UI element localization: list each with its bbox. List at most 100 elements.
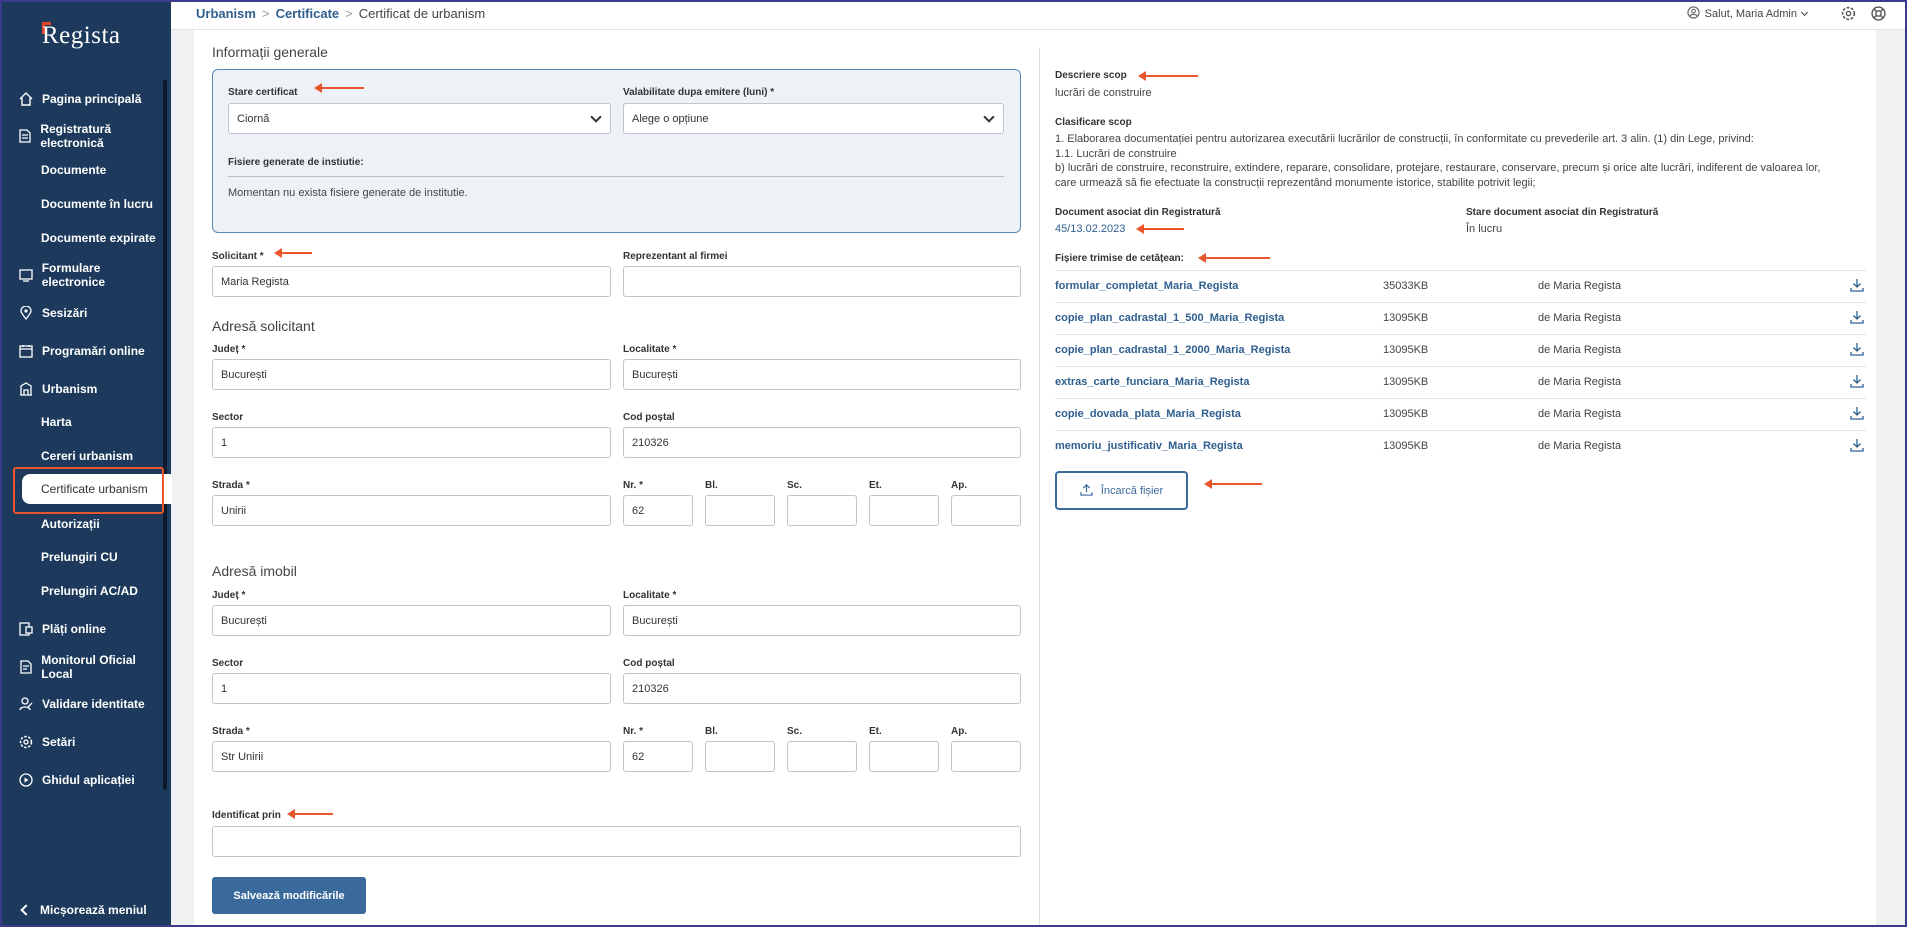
collapse-menu-button[interactable]: Micșorează meniul <box>18 903 147 917</box>
sidebar-scrollbar[interactable] <box>163 80 167 790</box>
clasificare-scop-label: Clasificare scop <box>1055 117 1132 128</box>
sidebar-item-formulare[interactable]: Formulare electronice <box>0 261 165 289</box>
sidebar-item-documente[interactable]: Documente <box>41 159 106 181</box>
sidebar-item-prelungiri-cu[interactable]: Prelungiri CU <box>41 546 118 568</box>
et-imobil-input[interactable] <box>869 741 939 772</box>
home-icon <box>17 90 35 108</box>
sidebar-item-sesizari[interactable]: Sesizări <box>0 299 165 327</box>
file-name-link[interactable]: copie_plan_cadrastal_1_2000_Maria_Regist… <box>1055 344 1290 356</box>
file-name-link[interactable]: copie_plan_cadrastal_1_500_Maria_Regista <box>1055 312 1284 324</box>
descriere-scop-value: lucrări de construire <box>1055 87 1152 99</box>
annotation-arrow <box>1138 71 1198 81</box>
sidebar-item-validare[interactable]: Validare identitate <box>0 690 165 718</box>
identificat-prin-label: Identificat prin <box>212 810 281 821</box>
strada-label: Strada * <box>212 726 250 737</box>
localitate-solicitant-input[interactable]: București <box>623 359 1021 390</box>
annotation-highlight-box <box>13 467 164 514</box>
bl-imobil-input[interactable] <box>705 741 775 772</box>
user-greeting: Salut, Maria Admin <box>1704 8 1797 20</box>
reprezentant-label: Reprezentant al firmei <box>623 251 728 262</box>
sidebar-item-programari[interactable]: Programări online <box>0 337 165 365</box>
breadcrumb-separator: > <box>261 6 270 21</box>
document-asociat-link[interactable]: 45/13.02.2023 <box>1055 223 1125 235</box>
sidebar-item-plati[interactable]: Plăți online <box>0 615 165 643</box>
section-title-general: Informații generale <box>212 44 328 60</box>
strada-imobil-input[interactable]: Str Unirii <box>212 741 611 772</box>
localitate-label: Localitate * <box>623 590 677 601</box>
sc-imobil-input[interactable] <box>787 741 857 772</box>
valabilitate-value: Alege o opțiune <box>632 112 709 125</box>
sidebar-item-documente-in-lucru[interactable]: Documente în lucru <box>41 193 153 215</box>
solicitant-input[interactable]: Maria Regista <box>212 266 611 297</box>
page-scrollbar[interactable] <box>1879 30 1905 927</box>
sidebar-item-registratura[interactable]: Registratură electronică <box>0 122 165 150</box>
ap-solicitant-input[interactable] <box>951 495 1021 526</box>
sector-solicitant-input[interactable]: 1 <box>212 427 611 458</box>
upload-file-button[interactable]: Încarcă fișier <box>1055 471 1188 510</box>
ap-imobil-input[interactable] <box>951 741 1021 772</box>
file-name-link[interactable]: memoriu_justificativ_Maria_Regista <box>1055 440 1243 452</box>
sc-solicitant-input[interactable] <box>787 495 857 526</box>
fisiere-generate-label: Fisiere generate de instiutie: <box>228 157 364 168</box>
breadcrumb-certificate[interactable]: Certificate <box>276 6 340 21</box>
sidebar-item-urbanism[interactable]: Urbanism <box>0 375 165 403</box>
save-button[interactable]: Salvează modificările <box>212 877 366 914</box>
nr-imobil-input[interactable]: 62 <box>623 741 693 772</box>
nr-solicitant-input[interactable]: 62 <box>623 495 693 526</box>
sidebar-item-setari[interactable]: Setări <box>0 728 165 756</box>
sidebar-item-label: Programări online <box>42 344 145 358</box>
stare-certificat-select[interactable]: Ciornă <box>228 103 611 134</box>
help-lifebuoy-icon[interactable] <box>1871 6 1887 22</box>
localitate-imobil-input[interactable]: București <box>623 605 1021 636</box>
reprezentant-input[interactable] <box>623 266 1021 297</box>
file-row: copie_plan_cadrastal_1_2000_Maria_Regist… <box>1055 334 1866 366</box>
sidebar-item-label: Setări <box>42 735 76 749</box>
clasificare-line-4: care urmează să fie efectuate la constru… <box>1055 177 1536 189</box>
document-icon <box>17 127 33 145</box>
breadcrumb-urbanism[interactable]: Urbanism <box>196 6 256 21</box>
file-row: copie_plan_cadrastal_1_500_Maria_Regista… <box>1055 302 1866 334</box>
download-icon[interactable] <box>1850 438 1864 452</box>
file-name-link[interactable]: extras_carte_funciara_Maria_Regista <box>1055 376 1249 388</box>
valabilitate-select[interactable]: Alege o opțiune <box>623 103 1004 134</box>
top-bar: Urbanism > Certificate > Certificat de u… <box>171 0 1907 30</box>
cod-postal-label: Cod poștal <box>623 658 675 669</box>
sidebar-item-prelungiri-acad[interactable]: Prelungiri AC/AD <box>41 580 138 602</box>
cod-postal-imobil-input[interactable]: 210326 <box>623 673 1021 704</box>
identificat-prin-input[interactable] <box>212 826 1021 857</box>
et-solicitant-input[interactable] <box>869 495 939 526</box>
download-icon[interactable] <box>1850 310 1864 324</box>
file-author: de Maria Regista <box>1538 376 1622 388</box>
sidebar-item-cereri-urbanism[interactable]: Cereri urbanism <box>41 445 133 467</box>
download-icon[interactable] <box>1850 406 1864 420</box>
cod-postal-solicitant-input[interactable]: 210326 <box>623 427 1021 458</box>
sidebar-item-label: Plăți online <box>42 622 107 636</box>
sector-imobil-input[interactable]: 1 <box>212 673 611 704</box>
sector-label: Sector <box>212 412 244 423</box>
info-box <box>212 69 1021 233</box>
sidebar-item-home[interactable]: Pagina principală <box>0 85 165 113</box>
breadcrumb: Urbanism > Certificate > Certificat de u… <box>196 6 485 21</box>
sidebar-item-harta[interactable]: Harta <box>41 411 72 433</box>
file-author: de Maria Regista <box>1538 312 1622 324</box>
judet-solicitant-input[interactable]: București <box>212 359 611 390</box>
judet-imobil-input[interactable]: București <box>212 605 611 636</box>
file-size: 13095KB <box>1383 376 1429 388</box>
sidebar-item-ghid[interactable]: Ghidul aplicației <box>0 766 165 794</box>
file-name-link[interactable]: formular_completat_Maria_Regista <box>1055 280 1238 292</box>
download-icon[interactable] <box>1850 278 1864 292</box>
annotation-arrow <box>1198 253 1270 263</box>
file-name-link[interactable]: copie_dovada_plata_Maria_Regista <box>1055 408 1241 420</box>
sidebar-item-documente-expirate[interactable]: Documente expirate <box>41 227 156 249</box>
settings-gear-icon[interactable] <box>1841 6 1857 22</box>
stare-document-value: În lucru <box>1466 223 1503 235</box>
user-menu[interactable]: Salut, Maria Admin <box>1687 6 1809 22</box>
download-icon[interactable] <box>1850 342 1864 356</box>
sidebar-item-monitorul[interactable]: Monitorul Oficial Local <box>0 653 165 681</box>
bl-solicitant-input[interactable] <box>705 495 775 526</box>
strada-solicitant-input[interactable]: Unirii <box>212 495 611 526</box>
download-icon[interactable] <box>1850 374 1864 388</box>
sidebar-item-autorizatii[interactable]: Autorizații <box>41 513 100 535</box>
nr-label: Nr. * <box>623 480 644 491</box>
annotation-arrow <box>274 248 312 258</box>
